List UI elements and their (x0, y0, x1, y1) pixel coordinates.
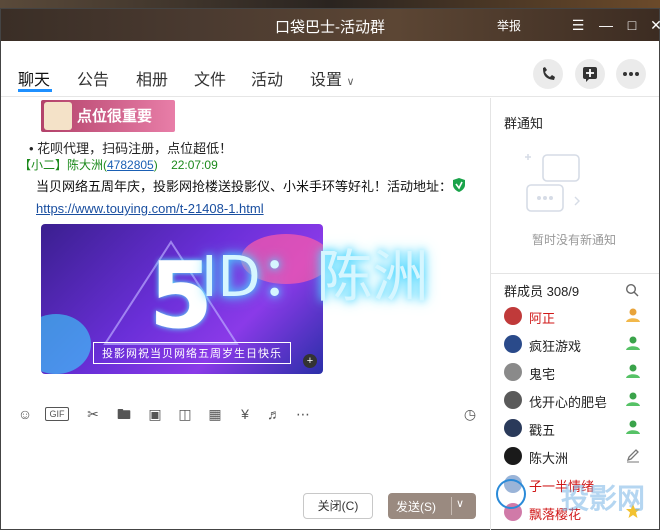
scissors-icon[interactable]: ✂ (84, 405, 102, 423)
banner-logo (44, 102, 72, 130)
tab-files[interactable]: 文件 (194, 66, 226, 90)
zoom-icon[interactable]: + (303, 354, 317, 368)
sender-name: 【小二】陈大洲( (19, 158, 107, 172)
tab-chat[interactable]: 聊天 (18, 66, 50, 90)
add-message-icon (583, 67, 597, 82)
sidebar-divider (490, 98, 491, 530)
member-item[interactable]: 戳五 (501, 415, 659, 441)
capture-icon[interactable]: ◫ (176, 405, 194, 423)
report-button[interactable]: 举报 (497, 17, 521, 34)
tab-settings-label: 设置 (310, 72, 343, 89)
admin-role-icon (626, 336, 640, 350)
member-item[interactable]: 陈大洲 (501, 443, 659, 469)
message-area[interactable]: 点位很重要 • 花呗代理，扫码注册，点位超低！ 【小二】陈大洲(4782805)… (1, 98, 490, 395)
send-divider (451, 497, 452, 515)
message-text: 当贝网络五周年庆，投影网抢楼送投影仪、小米手环等好礼！活动地址： (36, 179, 453, 194)
section-divider (491, 273, 659, 274)
more-tools-icon[interactable]: ⋯ (294, 405, 312, 423)
member-name: 鬼宅 (529, 367, 556, 382)
phone-call-button[interactable] (533, 59, 563, 89)
avatar (504, 307, 522, 325)
banner-text: 点位很重要 (77, 108, 153, 125)
sender-qq-link[interactable]: 4782805 (107, 158, 154, 172)
maximize-icon[interactable]: □ (621, 14, 643, 36)
member-name: 疯狂游戏 (529, 339, 582, 354)
member-item[interactable]: 阿正 (501, 303, 659, 329)
gift-icon[interactable]: ▦ (206, 405, 224, 423)
admin-role-icon (626, 364, 640, 378)
more-options-button[interactable] (616, 59, 646, 89)
close-button[interactable]: 关闭(C) (303, 493, 373, 519)
member-item[interactable]: 鬼宅 (501, 359, 659, 385)
group-notice-title: 群通知 (504, 116, 544, 131)
avatar (504, 391, 522, 409)
id-watermark: ID：陈洲 (201, 245, 429, 310)
search-icon[interactable] (625, 283, 639, 297)
mouse-cursor-highlight (496, 479, 526, 509)
red-packet-icon[interactable]: ¥ (236, 405, 254, 423)
send-options-chevron-icon[interactable]: ∨ (456, 497, 464, 510)
minimize-icon[interactable]: — (595, 14, 617, 36)
chat-window: 口袋巴士-活动群 举报 ☰ — □ ✕ 聊天 公告 相册 文件 活动 设置 ∨ … (0, 8, 660, 530)
message-link[interactable]: https://www.touying.com/t-21408-1.html (36, 201, 264, 216)
member-name: 伐开心的肥皂 (529, 395, 608, 410)
tab-bar: 聊天 公告 相册 文件 活动 设置 ∨ (1, 41, 659, 97)
empty-notice-illustration (525, 154, 580, 212)
admin-role-icon (626, 420, 640, 434)
member-item[interactable]: 疯狂游戏 (501, 331, 659, 357)
avatar (504, 419, 522, 437)
admin-role-icon (626, 392, 640, 406)
message-sender: 【小二】陈大洲(4782805) 22:07:09 (19, 156, 218, 173)
avatar (504, 335, 522, 353)
history-clock-icon[interactable]: ◷ (461, 405, 479, 423)
background-strip (0, 0, 660, 8)
sender-suffix: ) (153, 158, 158, 172)
window-title: 口袋巴士-活动群 (275, 19, 385, 36)
member-name: 戳五 (529, 423, 556, 438)
phone-icon (543, 67, 555, 80)
active-tab-indicator (18, 89, 52, 92)
send-button[interactable]: 发送(S) ∨ (388, 493, 476, 519)
owner-role-icon (626, 308, 640, 322)
close-icon[interactable]: ✕ (645, 14, 660, 36)
gif-icon[interactable]: GIF (45, 407, 69, 421)
promo-decoration (41, 314, 91, 374)
promo-banner-image: 点位很重要 (41, 100, 175, 132)
message-time: 22:07:09 (171, 158, 218, 172)
menu-icon[interactable]: ☰ (567, 14, 589, 36)
folder-icon[interactable]: 🖿 (115, 405, 133, 423)
bell-off-icon[interactable]: ♬ (265, 405, 283, 423)
members-title: 群成员 308/9 (504, 284, 580, 299)
add-chat-button[interactable] (575, 59, 605, 89)
member-name: 阿正 (529, 311, 556, 326)
title-bar[interactable]: 口袋巴士-活动群 举报 ☰ — □ ✕ (1, 9, 660, 41)
edit-pencil-icon[interactable] (625, 447, 641, 463)
chevron-down-icon: ∨ (346, 76, 355, 88)
input-toolbar: ☺ GIF ✂ 🖿 ▣ ◫ ▦ ¥ ♬ ⋯ ◷ (1, 397, 490, 429)
tab-activity[interactable]: 活动 (251, 66, 283, 90)
promo-caption: 投影网祝当贝网络五周岁生日快乐 (93, 342, 291, 364)
avatar (504, 363, 522, 381)
message-text: • 花呗代理，扫码注册，点位超低！ (29, 141, 233, 156)
image-icon[interactable]: ▣ (146, 405, 164, 423)
tab-album[interactable]: 相册 (136, 66, 168, 90)
more-icon (623, 72, 639, 76)
send-button-label: 发送(S) (396, 500, 436, 514)
empty-notice-text: 暂时没有新通知 (532, 233, 617, 247)
verified-shield-icon (453, 178, 465, 192)
emoji-icon[interactable]: ☺ (16, 405, 34, 423)
member-item[interactable]: 伐开心的肥皂 (501, 387, 659, 413)
avatar (504, 447, 522, 465)
tab-settings[interactable]: 设置 ∨ (310, 66, 355, 90)
site-watermark: 投影网 (561, 483, 646, 514)
member-name: 陈大洲 (529, 451, 569, 466)
tab-notice[interactable]: 公告 (77, 66, 109, 90)
